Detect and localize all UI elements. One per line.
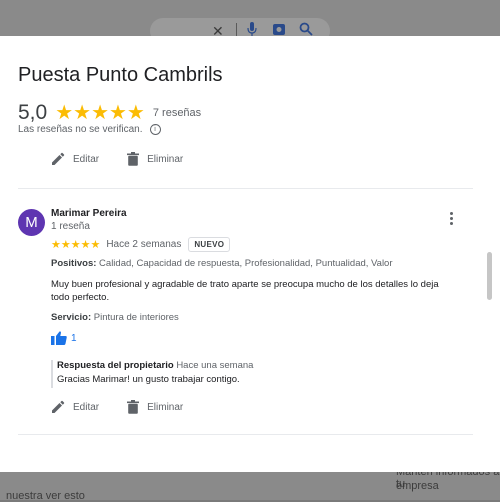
review-service: Servicio: Pintura de interiores bbox=[51, 312, 179, 323]
pencil-icon bbox=[52, 152, 65, 165]
positives-label: Positivos: bbox=[51, 258, 97, 269]
review-actions: Editar Eliminar bbox=[51, 400, 211, 414]
trash-icon bbox=[127, 152, 140, 166]
like-count: 1 bbox=[71, 332, 77, 344]
review-count-link[interactable]: 7 reseñas bbox=[153, 107, 201, 119]
like-button[interactable]: 1 bbox=[51, 331, 77, 345]
thumbs-up-icon bbox=[51, 331, 67, 345]
divider bbox=[18, 434, 473, 435]
scrollbar[interactable] bbox=[487, 252, 492, 300]
owner-response-time: Hace una semana bbox=[176, 360, 254, 371]
review-author[interactable]: Marimar Pereira bbox=[51, 208, 127, 219]
service-label: Servicio: bbox=[51, 312, 92, 323]
business-title: Puesta Punto Cambrils bbox=[18, 64, 223, 86]
overall-rating: 5,0 ★★★★★ 7 reseñas bbox=[18, 100, 201, 125]
owner-response-label: Respuesta del propietario bbox=[57, 360, 174, 371]
delete-label: Eliminar bbox=[147, 153, 184, 165]
info-icon[interactable]: i bbox=[149, 124, 161, 135]
reviews-dialog: Puesta Punto Cambrils 5,0 ★★★★★ 7 reseña… bbox=[0, 36, 500, 472]
owner-response-text: Gracias Marimar! un gusto trabajar conti… bbox=[57, 374, 240, 385]
business-actions: Editar Eliminar bbox=[51, 152, 211, 166]
background-footer-right-text-2: empresa bbox=[396, 480, 439, 492]
verification-note: Las reseñas no se verifican. i bbox=[18, 124, 161, 135]
review-delete-button[interactable]: Eliminar bbox=[127, 400, 183, 414]
delete-button[interactable]: Eliminar bbox=[127, 152, 183, 166]
review-delete-label: Eliminar bbox=[147, 401, 184, 413]
verification-note-text: Las reseñas no se verifican. bbox=[18, 124, 143, 135]
divider bbox=[18, 188, 473, 189]
trash-icon bbox=[127, 400, 140, 414]
more-options-icon[interactable] bbox=[446, 212, 456, 228]
background-footer-left-text: nuestra ver esto bbox=[6, 490, 85, 502]
edit-button[interactable]: Editar bbox=[51, 152, 99, 166]
new-badge: NUEVO bbox=[188, 237, 231, 252]
review-meta: ★★★★★ Hace 2 semanas NUEVO bbox=[51, 237, 231, 252]
avatar[interactable]: M bbox=[18, 209, 45, 236]
review-edit-label: Editar bbox=[73, 401, 100, 413]
review-edit-button[interactable]: Editar bbox=[51, 400, 99, 414]
review-text: Muy buen profesional y agradable de trat… bbox=[51, 279, 439, 303]
owner-response-header: Respuesta del propietario Hace una seman… bbox=[57, 360, 253, 371]
pencil-icon bbox=[52, 400, 65, 413]
rating-value: 5,0 bbox=[18, 100, 48, 124]
author-review-count: 1 reseña bbox=[51, 221, 90, 232]
service-value: Pintura de interiores bbox=[93, 312, 179, 323]
review-time: Hace 2 semanas bbox=[106, 239, 182, 250]
review-stars: ★★★★★ bbox=[51, 239, 101, 251]
positives-values: Calidad, Capacidad de respuesta, Profesi… bbox=[99, 258, 393, 269]
rating-stars: ★★★★★ bbox=[55, 102, 145, 124]
owner-response: Respuesta del propietario Hace una seman… bbox=[51, 360, 253, 388]
review-positives: Positivos: Calidad, Capacidad de respues… bbox=[51, 258, 393, 269]
edit-label: Editar bbox=[73, 153, 100, 165]
